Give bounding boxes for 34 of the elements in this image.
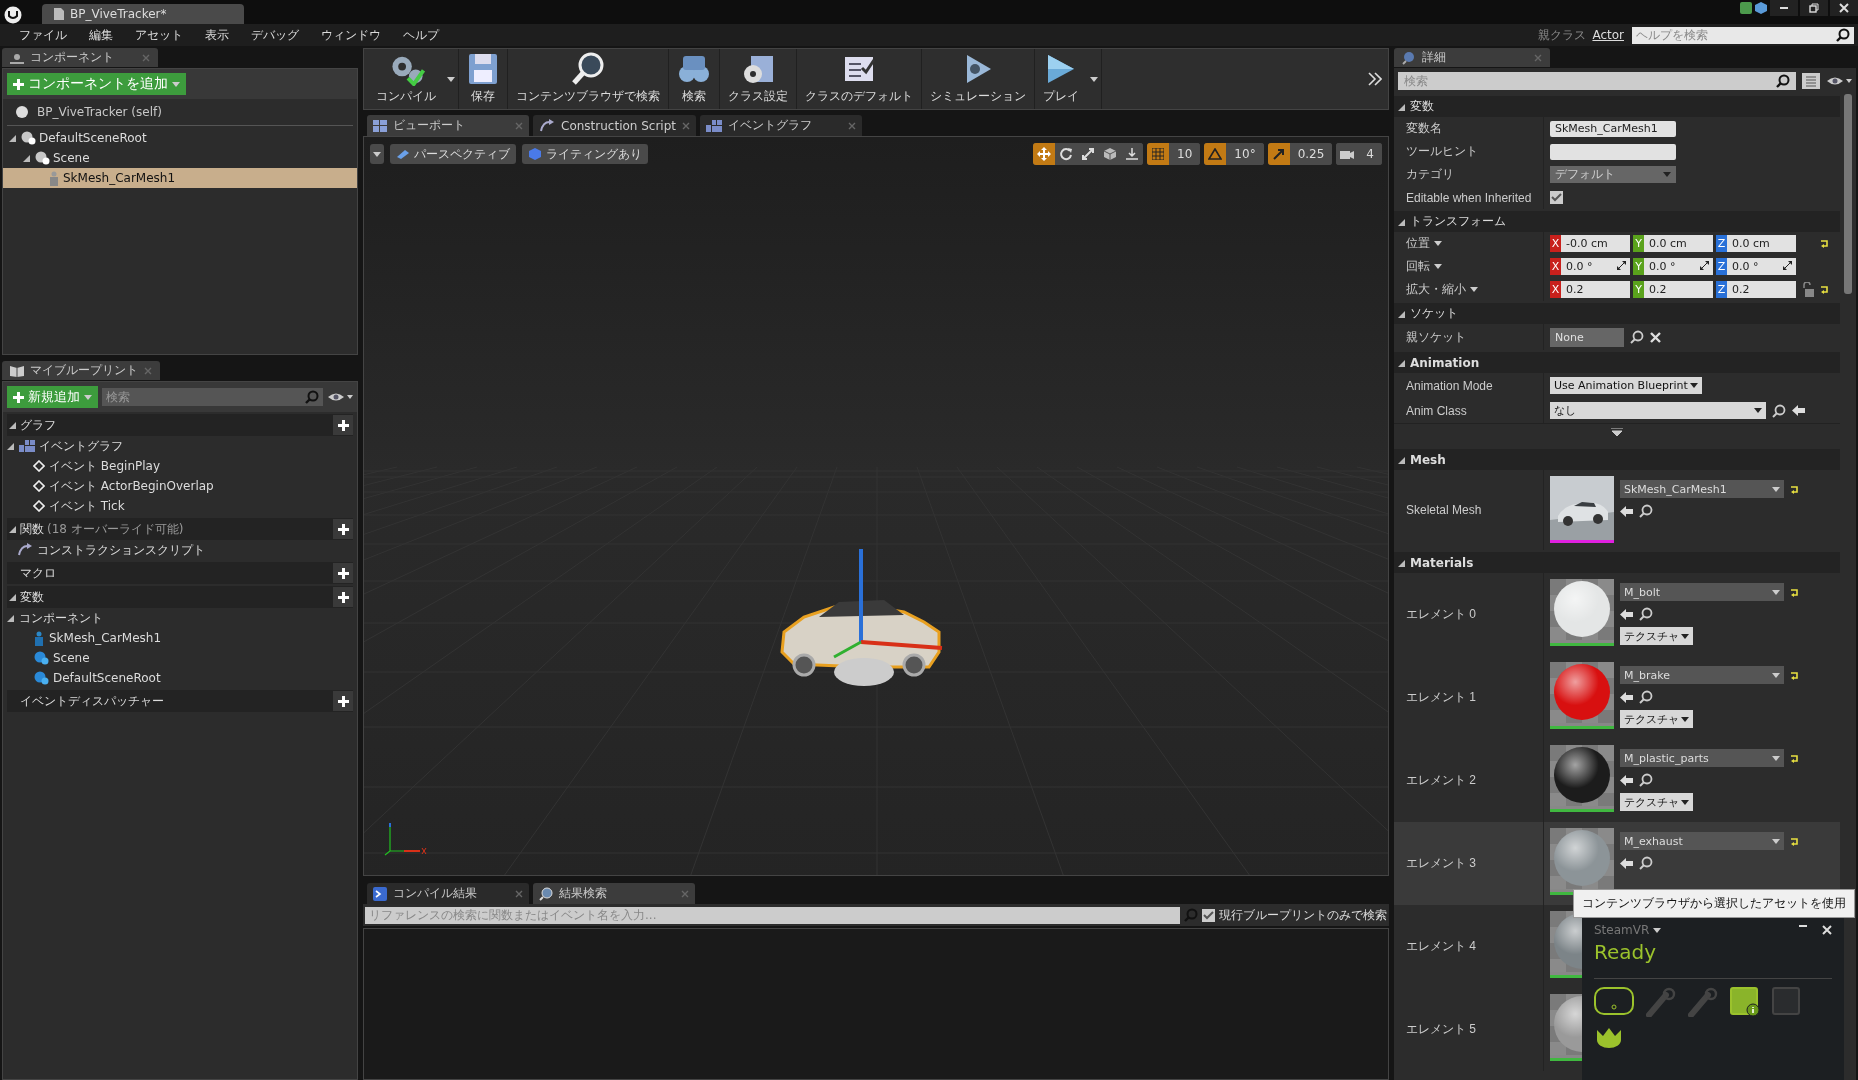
property-label: エレメント 4 [1406,938,1476,955]
section-title: グラフ [20,416,56,434]
property-label: エレメント 1 [1406,689,1476,706]
section-title: 変数 [1410,98,1434,115]
parent-class-label: 親クラス [1538,26,1587,44]
property-label: エレメント 0 [1406,606,1476,623]
property-label: Editable when Inherited [1406,190,1532,205]
section-title: 関数 [20,520,44,538]
property-label: 変数名 [1406,120,1442,137]
tooltip: コンテンツブラウザから選択したアセットを使用 [1573,889,1855,918]
property-label: 拡大・縮小 [1406,281,1466,298]
section-title: マクロ [20,564,56,582]
section-title: ソケット [1410,305,1458,322]
property-label: カテゴリ [1406,166,1454,183]
property-label: ツールヒント [1406,143,1478,160]
property-label: Anim Class [1406,403,1467,418]
property-label: エレメント 3 [1406,855,1476,872]
window-title: SteamVR [1594,923,1650,937]
section-title: Mesh [1410,452,1446,467]
property-label: 位置 [1406,235,1430,252]
property-label: 親ソケット [1406,328,1466,346]
section-note: (18 オーバーライド可能) [47,520,184,538]
status-text: Ready [1594,940,1658,964]
section-title: Materials [1410,555,1474,570]
section-title: Animation [1410,355,1480,370]
property-label: 回転 [1406,258,1430,275]
section-title: イベントディスパッチャー [20,692,164,710]
section-title: 変数 [20,588,44,606]
checkbox-label: 現行ブループリントのみで検索 [1219,906,1387,924]
property-label: Animation Mode [1406,378,1493,393]
property-label: Skeletal Mesh [1406,503,1482,517]
section-title: トランスフォーム [1410,213,1506,230]
property-label: エレメント 5 [1406,1021,1476,1038]
property-label: エレメント 2 [1406,772,1476,789]
